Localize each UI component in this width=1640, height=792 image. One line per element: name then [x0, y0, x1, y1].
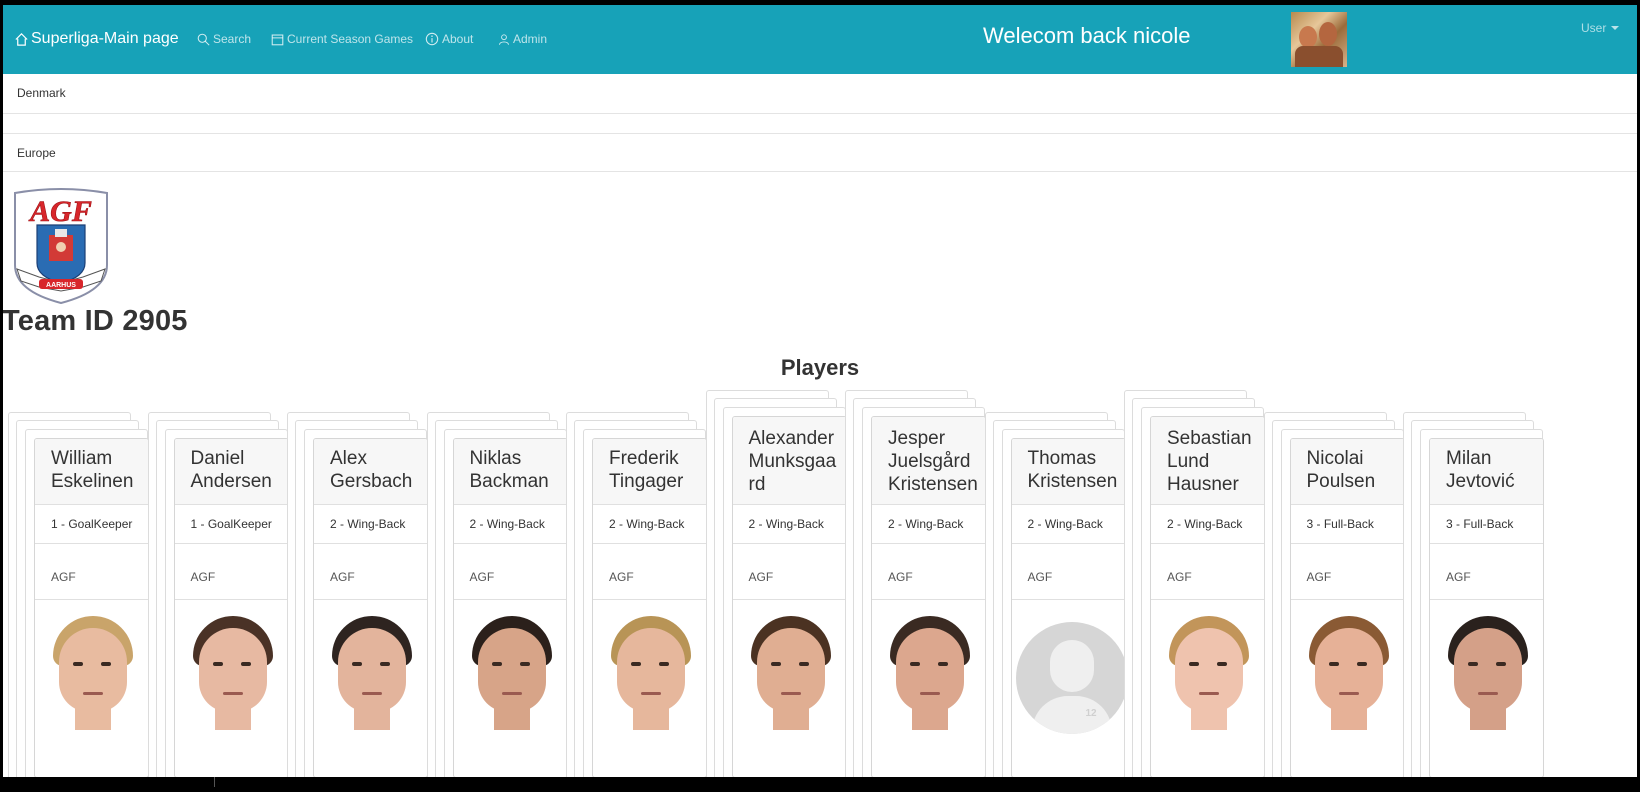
player-team: AGF — [593, 544, 706, 600]
player-card[interactable]: Jesper Juelsgård Kristensen 2 - Wing-Back… — [871, 416, 986, 777]
player-photo — [1151, 600, 1264, 760]
user-dropdown-label: User — [1581, 21, 1607, 35]
player-photo — [314, 600, 427, 760]
info-icon — [425, 32, 439, 46]
player-photo — [454, 600, 567, 760]
player-card[interactable]: Niklas Backman 2 - Wing-Back AGF — [452, 438, 568, 777]
player-face-image — [330, 616, 414, 734]
player-team: AGF — [174, 544, 288, 600]
player-card[interactable]: Frederik Tingager 2 - Wing-Back AGF — [592, 438, 707, 777]
player-position: 1 - GoalKeeper — [35, 505, 148, 544]
player-card[interactable]: Sebastian Lund Hausner 2 - Wing-Back AGF — [1150, 416, 1265, 777]
player-photo — [1291, 600, 1404, 760]
player-team: AGF — [732, 544, 846, 600]
user-dropdown-toggle[interactable]: User — [1581, 21, 1620, 35]
club-logo-subtext: AARHUS — [46, 282, 76, 289]
player-photo — [593, 600, 706, 760]
player-card[interactable]: Alex Gersbach 2 - Wing-Back AGF — [313, 438, 428, 777]
brand-link[interactable]: Superliga-Main page — [14, 30, 179, 48]
player-position: 2 - Wing-Back — [1011, 505, 1125, 544]
player-card[interactable]: Thomas Kristensen 2 - Wing-Back AGF 12 — [1010, 438, 1126, 777]
player-name: William Eskelinen — [35, 439, 148, 505]
nav-current-season-games[interactable]: Current Season Games — [271, 32, 413, 46]
player-name: Sebastian Lund Hausner — [1151, 417, 1264, 505]
player-photo — [872, 600, 985, 760]
player-card[interactable]: William Eskelinen 1 - GoalKeeper AGF — [34, 438, 149, 777]
player-position: 2 - Wing-Back — [593, 505, 706, 544]
player-name: Daniel Andersen — [174, 439, 288, 505]
players-heading: Players — [780, 355, 860, 380]
club-logo-text: AGF — [28, 195, 92, 228]
player-team: AGF — [1290, 544, 1404, 600]
player-position: 3 - Full-Back — [1430, 505, 1543, 544]
bottom-bar — [0, 777, 1640, 792]
welcome-message: Welecom back nicole — [983, 23, 1191, 48]
chevron-down-icon — [1611, 26, 1620, 30]
player-team: AGF — [35, 544, 148, 600]
player-name: Alexander Munksgaa rd — [732, 417, 846, 505]
player-photo — [175, 600, 288, 760]
player-position: 2 - Wing-Back — [314, 505, 427, 544]
player-card[interactable]: Milan Jevtović 3 - Full-Back AGF — [1429, 438, 1544, 777]
nav-about-label: About — [442, 32, 474, 46]
player-face-image — [609, 616, 693, 734]
player-name: Nicolai Poulsen — [1290, 439, 1404, 505]
top-navbar: Superliga-Main page Search Current Seaso… — [3, 5, 1637, 74]
region-row-denmark[interactable]: Denmark — [3, 74, 1637, 114]
player-face-image — [191, 616, 275, 734]
home-icon — [15, 32, 28, 46]
player-card[interactable]: Nicolai Poulsen 3 - Full-Back AGF — [1289, 438, 1405, 777]
player-team: AGF — [1151, 544, 1264, 600]
player-team: AGF — [453, 544, 567, 600]
player-face-image — [1307, 616, 1391, 734]
player-team: AGF — [1011, 544, 1125, 600]
player-position: 2 - Wing-Back — [453, 505, 567, 544]
user-avatar — [1291, 12, 1347, 67]
player-name: Milan Jevtović — [1430, 439, 1543, 505]
region-row-empty — [3, 114, 1637, 134]
brand-label: Superliga-Main page — [31, 30, 179, 47]
player-face-image — [1446, 616, 1530, 734]
player-photo — [733, 600, 846, 760]
search-icon — [197, 33, 210, 46]
player-name: Alex Gersbach — [314, 439, 427, 505]
player-position: 2 - Wing-Back — [872, 505, 985, 544]
player-name: Jesper Juelsgård Kristensen — [872, 417, 985, 505]
club-logo: AGF AARHUS — [14, 188, 108, 305]
player-card[interactable]: Daniel Andersen 1 - GoalKeeper AGF — [173, 438, 289, 777]
player-name: Frederik Tingager — [593, 439, 706, 505]
nav-admin-label: Admin — [513, 32, 548, 46]
player-face-image — [1167, 616, 1251, 734]
player-name: Niklas Backman — [453, 439, 567, 505]
nav-search[interactable]: Search — [197, 32, 251, 46]
player-face-image — [51, 616, 135, 734]
avatar-jersey-number: 12 — [1085, 708, 1097, 719]
team-heading: Team ID 2905 — [3, 305, 188, 337]
nav-search-label: Search — [213, 32, 252, 46]
player-photo — [1430, 600, 1543, 760]
player-photo — [35, 600, 148, 760]
player-team: AGF — [314, 544, 427, 600]
person-icon — [499, 33, 509, 45]
player-team: AGF — [1430, 544, 1543, 600]
player-position: 2 - Wing-Back — [1151, 505, 1264, 544]
browser-viewport: Superliga-Main page Search Current Seaso… — [3, 5, 1637, 777]
player-photo: 12 — [1012, 600, 1125, 760]
player-card[interactable]: Alexander Munksgaa rd 2 - Wing-Back AGF — [731, 416, 847, 777]
region-row-europe[interactable]: Europe — [3, 134, 1637, 172]
player-position: 1 - GoalKeeper — [174, 505, 288, 544]
player-name: Thomas Kristensen — [1011, 439, 1125, 505]
default-player-avatar-icon: 12 — [1015, 622, 1125, 734]
player-face-image — [888, 616, 972, 734]
player-position: 2 - Wing-Back — [732, 505, 846, 544]
nav-current-season-games-label: Current Season Games — [287, 32, 414, 46]
player-position: 3 - Full-Back — [1290, 505, 1404, 544]
player-face-image — [470, 616, 554, 734]
calendar-icon — [271, 34, 284, 45]
player-team: AGF — [872, 544, 985, 600]
player-face-image — [749, 616, 833, 734]
nav-admin[interactable]: Admin — [498, 32, 547, 46]
nav-about[interactable]: About — [425, 32, 473, 46]
